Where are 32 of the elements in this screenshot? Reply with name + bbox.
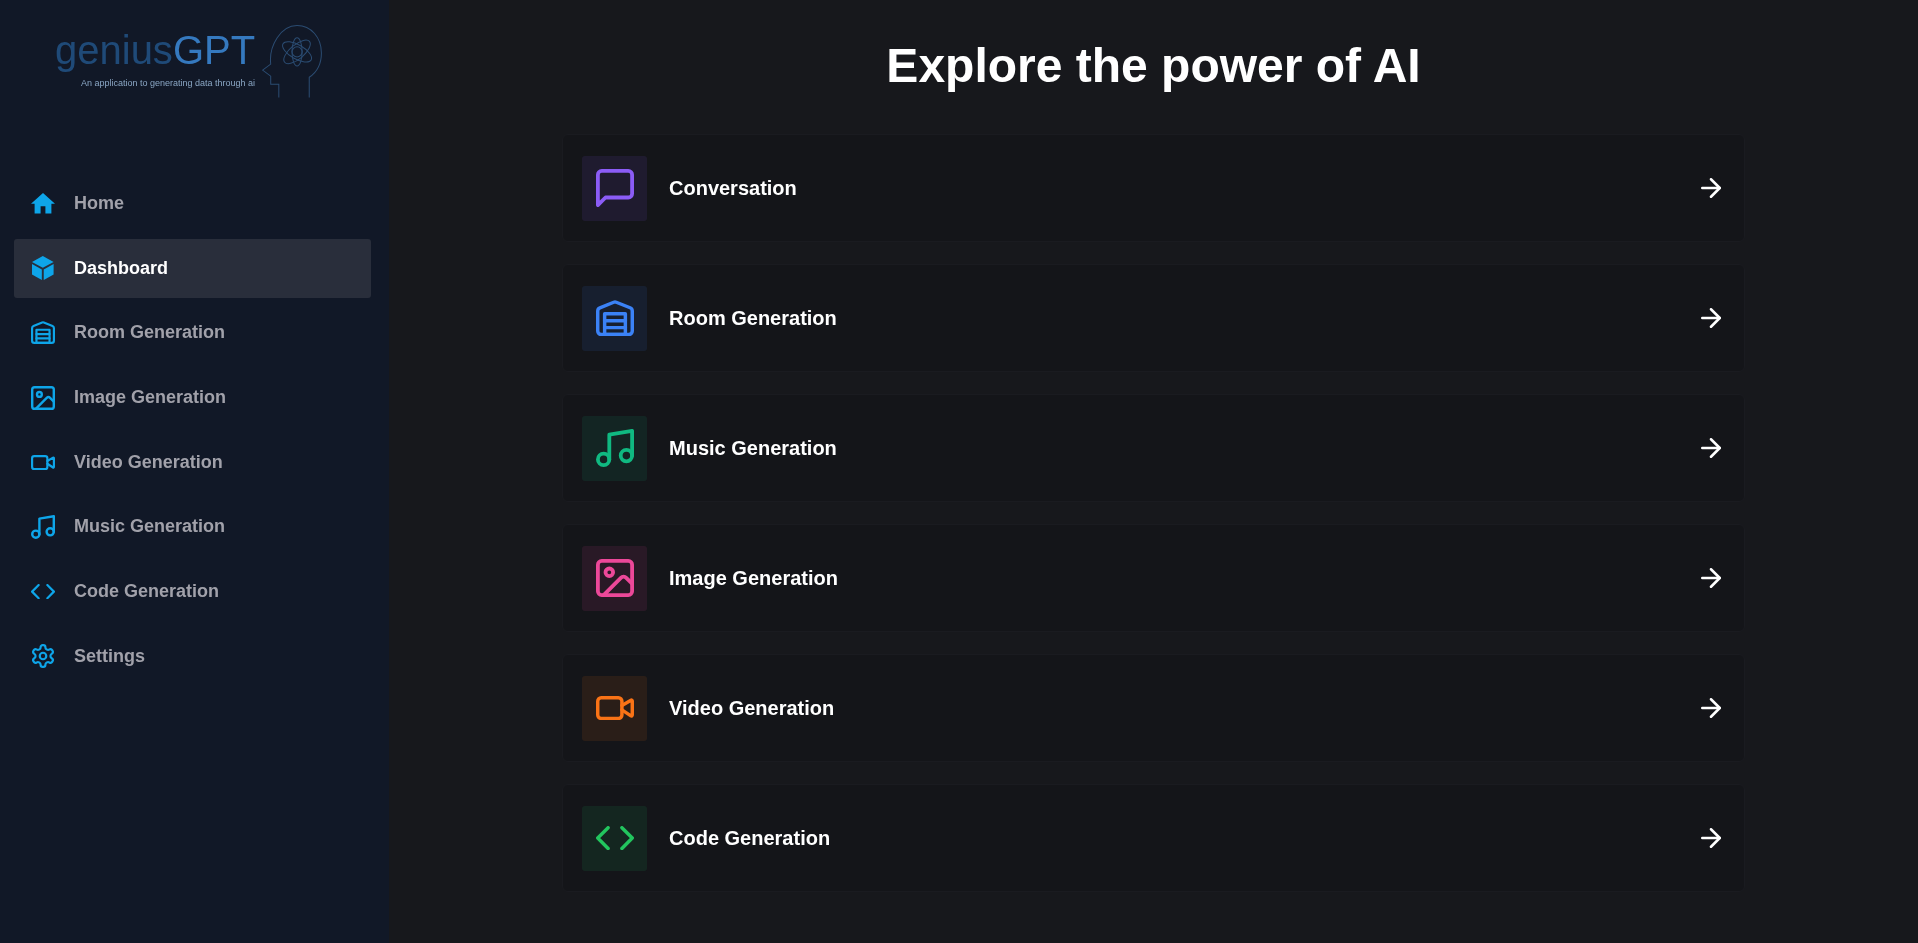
sidebar-item[interactable]: Video Generation — [14, 432, 371, 492]
page-title: Explore the power of AI — [886, 38, 1421, 94]
sidebar-item[interactable]: Home — [14, 174, 371, 233]
code-icon — [31, 584, 55, 600]
logo-wordmark: geniusGPT — [55, 30, 256, 70]
sidebar-item[interactable]: Settings — [14, 626, 371, 686]
head-outline-icon — [262, 25, 323, 98]
sidebar-item[interactable]: Dashboard — [14, 238, 371, 298]
arrow-right-icon — [1701, 828, 1721, 848]
sidebar-item[interactable]: Code Generation — [14, 562, 371, 622]
sidebar-item[interactable]: Music Generation — [14, 497, 371, 557]
image-icon — [31, 385, 55, 410]
video-camera-icon — [31, 454, 55, 470]
arrow-right-icon — [1701, 438, 1721, 458]
music-note-icon — [31, 514, 55, 539]
tool-card[interactable]: Conversation — [562, 134, 1745, 242]
arrow-right-icon — [1701, 178, 1721, 198]
sidebar-item[interactable]: Image Generation — [14, 368, 371, 428]
home-icon — [31, 193, 55, 214]
cube-icon — [32, 256, 54, 281]
arrow-right-icon — [1701, 308, 1721, 328]
tool-card[interactable]: Code Generation — [562, 784, 1745, 892]
tool-card[interactable]: Room Generation — [562, 264, 1745, 372]
warehouse-icon — [31, 321, 55, 345]
arrow-right-icon — [1701, 568, 1721, 588]
tool-card[interactable]: Image Generation — [562, 524, 1745, 632]
tool-card[interactable]: Music Generation — [562, 394, 1745, 502]
tool-card[interactable]: Video Generation — [562, 654, 1745, 762]
sidebar-item[interactable]: Room Generation — [14, 303, 371, 363]
arrow-right-icon — [1701, 698, 1721, 718]
logo-tagline: An application to generating data through ai — [80, 78, 256, 89]
settings-icon — [31, 644, 55, 669]
